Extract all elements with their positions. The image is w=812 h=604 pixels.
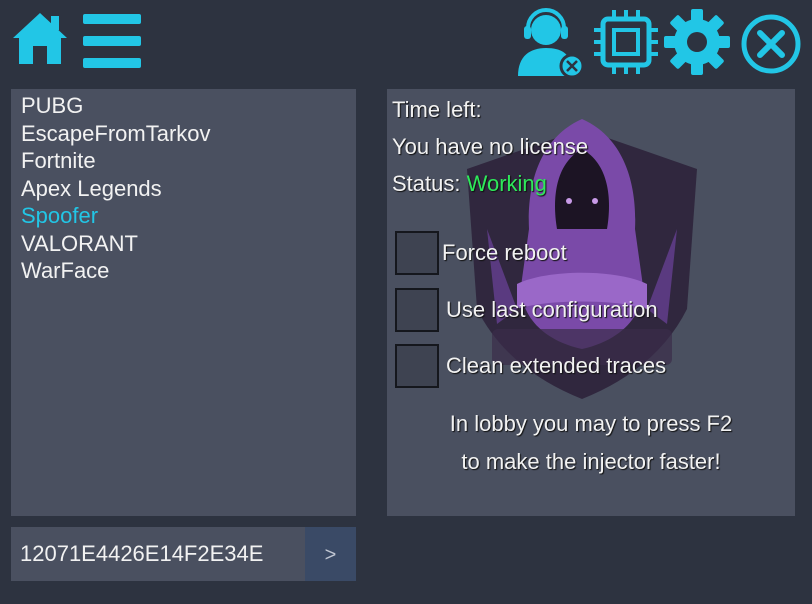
force-reboot-checkbox[interactable] [395, 231, 439, 275]
close-icon[interactable] [740, 13, 802, 75]
license-text: You have no license [392, 134, 589, 159]
hint-line-1: In lobby you may to press F2 [449, 411, 733, 436]
force-reboot-label[interactable]: Force reboot [442, 240, 567, 266]
game-item-spoofer[interactable]: Spoofer [21, 202, 356, 230]
toolbar [0, 0, 812, 82]
game-item-escapefromtarkov[interactable]: EscapeFromTarkov [21, 120, 356, 148]
game-item-pubg[interactable]: PUBG [21, 92, 356, 120]
use-last-config-checkbox[interactable] [395, 288, 439, 332]
gear-icon[interactable] [664, 9, 730, 75]
support-agent-icon[interactable] [516, 6, 586, 78]
use-last-config-label[interactable]: Use last configuration [446, 297, 658, 323]
submit-key-button[interactable]: > [305, 527, 356, 581]
clean-traces-label[interactable]: Clean extended traces [446, 353, 666, 379]
home-icon[interactable] [11, 10, 69, 66]
game-item-valorant[interactable]: VALORANT [21, 230, 356, 258]
hint-line-2: to make the injector faster! [461, 449, 721, 474]
status-value: Working [466, 171, 547, 196]
game-item-apex-legends[interactable]: Apex Legends [21, 175, 356, 203]
hint-text: In lobby you may to press F2 to make the… [387, 405, 795, 481]
status-line: Status: Working [392, 171, 547, 197]
key-input-bar: > [11, 527, 356, 581]
clean-traces-checkbox[interactable] [395, 344, 439, 388]
game-item-fortnite[interactable]: Fortnite [21, 147, 356, 175]
game-list: PUBG EscapeFromTarkov Fortnite Apex Lege… [11, 89, 356, 516]
game-item-warface[interactable]: WarFace [21, 257, 356, 285]
menu-icon[interactable] [83, 14, 141, 68]
license-key-input[interactable] [11, 527, 305, 581]
status-label: Status: [392, 171, 461, 196]
cpu-chip-icon[interactable] [594, 10, 658, 74]
details-panel: Time left: You have no license Status: W… [387, 89, 795, 516]
time-left-label: Time left: [392, 97, 482, 122]
